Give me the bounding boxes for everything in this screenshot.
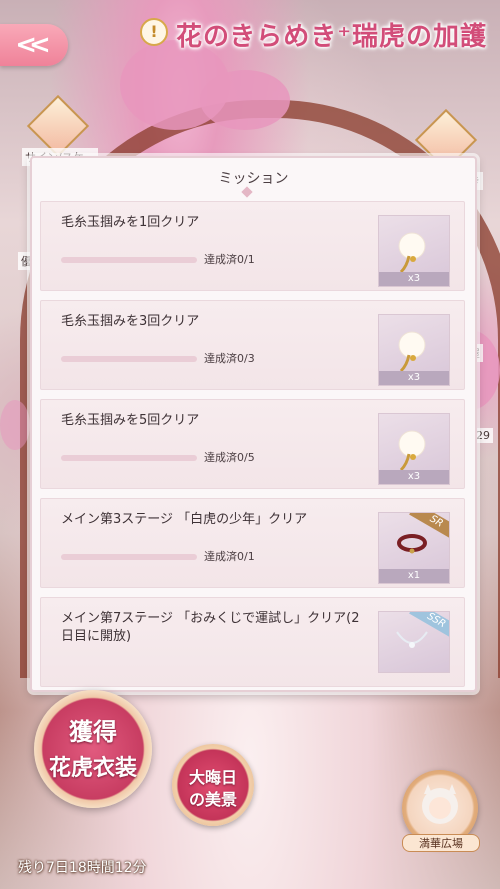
blossom-cluster	[0, 400, 30, 450]
mission-name: 毛糸玉掴みを5回クリア	[61, 413, 200, 428]
exclamation-icon[interactable]: !	[140, 18, 168, 46]
mission-item[interactable]: 毛糸玉掴みを3回クリア 達成済0/3 x3	[40, 300, 465, 390]
acquire-label-line1: 獲得	[69, 717, 117, 746]
title-divider-ornament	[241, 186, 253, 198]
mission-progress-text: 達成済0/3	[204, 352, 255, 365]
mission-progress-bar	[61, 356, 197, 362]
mission-item[interactable]: 毛糸玉掴みを1回クリア 達成済0/1 x3	[40, 201, 465, 291]
reward-item[interactable]: x3	[378, 215, 450, 287]
mission-progress-text: 達成済0/1	[204, 550, 255, 563]
mission-item[interactable]: メイン第3ステージ 「白虎の少年」クリア 達成済0/1 SR x1	[40, 498, 465, 588]
mission-panel: ミッション 毛糸玉掴みを1回クリア 達成済0/1 x3 毛糸玉掴みを3回クリア …	[30, 156, 477, 692]
mission-progress-text: 達成済0/1	[204, 253, 255, 266]
reward-item[interactable]: x3	[378, 314, 450, 386]
mission-item[interactable]: メイン第7ステージ 「おみくじで運試し」クリア(2日目に開放) SSR	[40, 597, 465, 687]
mission-name: メイン第3ステージ 「白虎の少年」クリア	[61, 512, 308, 527]
mission-progress-bar	[61, 257, 197, 263]
acquire-costume-button[interactable]: 獲得 花虎衣装	[34, 690, 152, 808]
mission-item[interactable]: 毛糸玉掴みを5回クリア 達成済0/5 x3	[40, 399, 465, 489]
nye-label-line2: の美景	[188, 790, 237, 809]
reward-count: x3	[379, 371, 449, 385]
mission-progress-text: 達成済0/5	[204, 451, 255, 464]
mission-name: メイン第7ステージ 「おみくじで運試し」クリア(2日目に開放)	[61, 611, 360, 644]
reward-item[interactable]: SSR	[378, 611, 450, 673]
reward-count: x3	[379, 470, 449, 484]
blossom-cluster	[200, 70, 290, 130]
back-chevron-icon: <<	[15, 30, 50, 60]
new-years-eve-view-button[interactable]: 大晦日 の美景	[172, 744, 254, 826]
event-title: 花のきらめき⁺瑞虎の加護	[176, 22, 487, 52]
mission-name: 毛糸玉掴みを3回クリア	[61, 314, 200, 329]
acquire-label-line2: 花虎衣装	[48, 755, 137, 781]
mission-progress-bar	[61, 554, 197, 560]
mission-panel-title: ミッション	[218, 171, 289, 187]
reward-item[interactable]: SR x1	[378, 512, 450, 584]
plaza-label: 満華広場	[402, 834, 480, 852]
remaining-time-text: 残り7日18時間12分	[18, 860, 147, 876]
reward-item[interactable]: x3	[378, 413, 450, 485]
reward-count: x1	[379, 569, 449, 583]
mission-progress-bar	[61, 455, 197, 461]
mission-list[interactable]: 毛糸玉掴みを1回クリア 達成済0/1 x3 毛糸玉掴みを3回クリア 達成済0/3	[40, 201, 467, 687]
nye-label-line1: 大晦日	[188, 768, 237, 787]
reward-count: x3	[379, 272, 449, 286]
mission-name: 毛糸玉掴みを1回クリア	[61, 215, 200, 230]
back-button[interactable]: <<	[0, 24, 68, 66]
